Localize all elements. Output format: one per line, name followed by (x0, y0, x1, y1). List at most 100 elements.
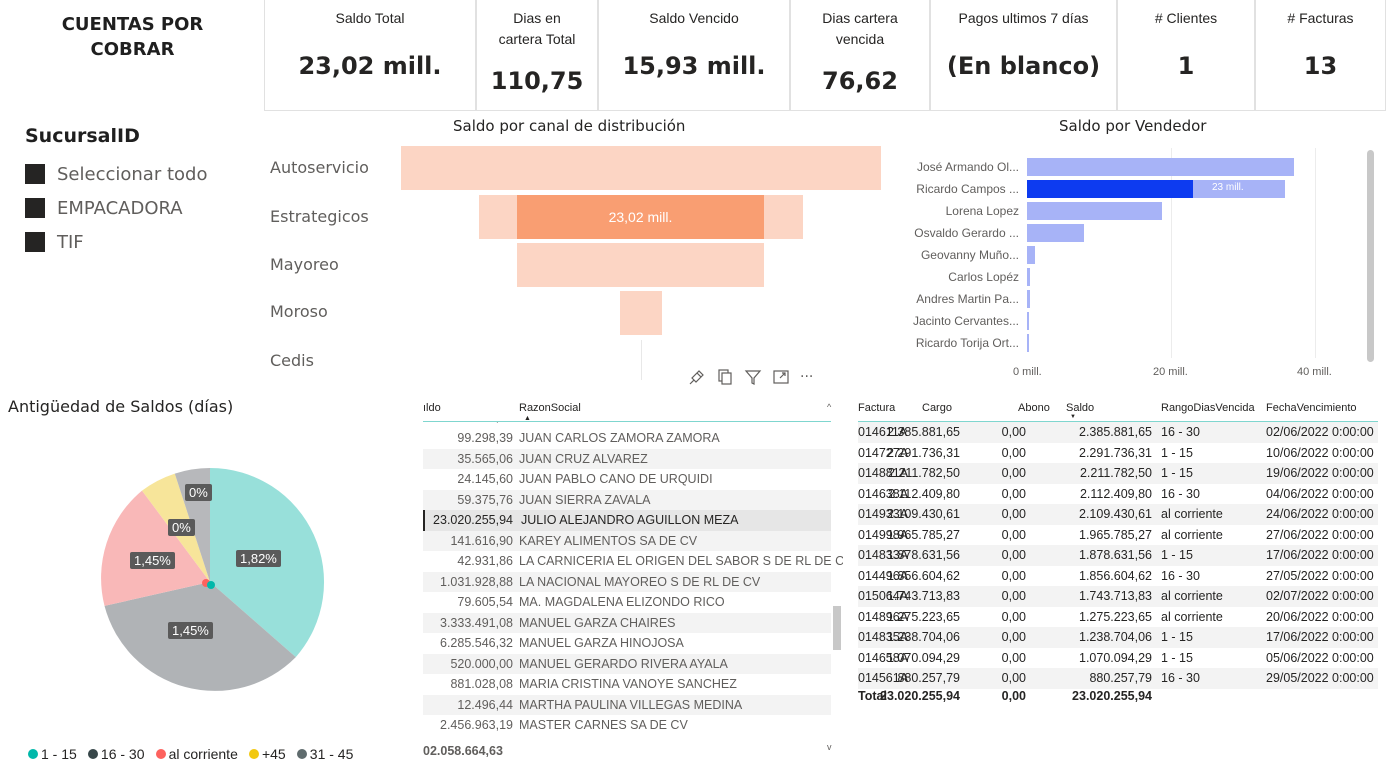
table-row[interactable]: 014998A 1.965.785,27 0,00 1.965.785,27 al co… (858, 525, 1378, 546)
slicer-item-empacadora[interactable]: EMPACADORA (25, 195, 183, 221)
kpi-value: (En blanco) (946, 52, 1101, 80)
table-row[interactable]: 35.565,06 JUAN CRUZ ALVAREZ (423, 448, 831, 469)
funnel-bar-mayoreo[interactable] (517, 243, 764, 287)
vendor-bar[interactable] (1027, 202, 1162, 220)
table-row[interactable]: 014835A 1.238.704,06 0,00 1.238.704,06 1 - 1… (858, 627, 1378, 648)
vendor-bar[interactable] (1027, 268, 1030, 286)
cell-cargo: 2.109.430,61 (887, 507, 960, 521)
cell-saldo: 880.257,79 (1089, 671, 1152, 685)
clients-total: 02.058.664,63 (423, 744, 503, 758)
table-row[interactable]: 014658A 1.070.094,29 0,00 1.070.094,29 1 - 1… (858, 648, 1378, 669)
table-row[interactable]: 014496A 1.856.604,62 0,00 1.856.604,62 16 - … (858, 566, 1378, 587)
kpi-card-dias-cartera[interactable]: Dias en cartera Total 110,75 (476, 0, 598, 111)
cell-razonsocial: LA CARNICERIA EL ORIGEN DEL SABOR S DE R… (519, 554, 843, 568)
vendor-axis-tick: 40 mill. (1297, 366, 1332, 378)
kpi-card-saldo-total[interactable]: Saldo Total 23,02 mill. (264, 0, 476, 111)
vendor-bar[interactable] (1027, 246, 1035, 264)
table-row[interactable]: 014833A 1.878.631,56 0,00 1.878.631,56 1 - 1… (858, 545, 1378, 566)
column-header-saldo[interactable]: Saldo (1066, 402, 1094, 414)
table-row[interactable]: 3.333.491,08 MANUEL GARZA CHAIRES (423, 612, 831, 633)
filter-icon[interactable] (744, 368, 762, 386)
kpi-card-facturas[interactable]: # Facturas 13 (1255, 0, 1386, 111)
column-header-cargo[interactable]: Cargo (922, 402, 952, 414)
table-row[interactable]: 014561A 880.257,79 0,00 880.257,79 16 - 30 29… (858, 668, 1378, 689)
table-row[interactable]: 881.028,08 MARIA CRISTINA VANOYE SANCHEZ (423, 674, 831, 695)
legend-item[interactable]: 16 - 30 (87, 746, 145, 762)
funnel-bar-moroso[interactable] (620, 291, 662, 335)
cell-razonsocial: JULIO ALEJANDRO AGUILLON MEZA (521, 513, 739, 527)
legend-item[interactable]: al corriente (155, 746, 238, 762)
column-header-factura[interactable]: Factura (858, 402, 895, 414)
cell-saldo: 79.605,54 (457, 595, 513, 609)
checkbox[interactable] (25, 232, 45, 252)
scroll-up-icon[interactable]: ^ (827, 402, 831, 412)
legend-item[interactable]: +45 (248, 746, 286, 762)
funnel-bar-autoservicio[interactable] (401, 146, 881, 190)
cell-saldo: 35.565,06 (457, 451, 513, 466)
checkbox[interactable] (25, 164, 45, 184)
pie-chart-title: Antigüedad de Saldos (días) (8, 397, 234, 416)
table-row[interactable]: 014611A 2.385.881,65 0,00 2.385.881,65 16 - … (858, 422, 1378, 443)
table-row[interactable]: 014933A 2.109.430,61 0,00 2.109.430,61 al co… (858, 504, 1378, 525)
table-row[interactable]: 014881A 2.211.782,50 0,00 2.211.782,50 1 - 1… (858, 463, 1378, 484)
table-row[interactable]: 141.616,90 KAREY ALIMENTOS SA DE CV (423, 530, 831, 551)
cell-abono: 0,00 (1001, 609, 1026, 624)
funnel-category: Estrategicos (270, 207, 369, 226)
vendor-bar[interactable] (1027, 334, 1029, 352)
table-row[interactable]: 014638A 2.112.409,80 0,00 2.112.409,80 16 - … (858, 484, 1378, 505)
table-row[interactable]: 014896A 1.275.223,65 0,00 1.275.223,65 al co… (858, 607, 1378, 628)
table-row[interactable]: 99.298,39 JUAN CARLOS ZAMORA ZAMORA (423, 428, 831, 449)
kpi-card-dias-vencida[interactable]: Dias cartera vencida 76,62 (790, 0, 930, 111)
table-row[interactable]: 42.931,86 LA CARNICERIA EL ORIGEN DEL SAB… (423, 551, 843, 572)
legend-item[interactable]: 1 - 15 (28, 746, 77, 762)
vendor-bar[interactable] (1027, 224, 1084, 242)
column-header-razonsocial[interactable]: RazonSocial (519, 402, 581, 414)
column-header-fecha[interactable]: FechaVencimiento (1266, 402, 1357, 414)
kpi-card-clientes[interactable]: # Clientes 1 (1117, 0, 1255, 111)
cell-fecha: 10/06/2022 0:00:00 (1266, 445, 1374, 460)
column-header-saldo[interactable]: ıldo (423, 402, 441, 414)
table-row[interactable]: 6.285.546,32 MANUEL GARZA HINOJOSA (423, 633, 831, 654)
vendor-bar[interactable] (1027, 290, 1030, 308)
vendor-bar-highlight[interactable] (1027, 180, 1193, 198)
table-row[interactable]: 014727A 2.291.736,31 0,00 2.291.736,31 1 - 1… (858, 443, 1378, 464)
slicer-item-select-all[interactable]: Seleccionar todo (25, 161, 207, 187)
kpi-card-saldo-vencido[interactable]: Saldo Vencido 15,93 mill. (598, 0, 790, 111)
cell-razonsocial: JUAN PABLO CANO DE URQUIDI (519, 472, 713, 486)
cell-saldo: 1.031.928,88 (440, 574, 513, 589)
vendor-scrollbar[interactable] (1367, 150, 1374, 362)
checkbox[interactable] (25, 198, 45, 218)
more-options-icon[interactable]: ··· (800, 369, 813, 385)
table-row[interactable]: 23.020.255,94 JULIO ALEJANDRO AGUILLON ME… (423, 510, 831, 531)
table-row[interactable]: 79.605,54 MA. MAGDALENA ELIZONDO RICO (423, 592, 831, 613)
table-row[interactable]: 59.375,76 JUAN SIERRA ZAVALA (423, 489, 831, 510)
table-row[interactable]: 1.031.928,88 LA NACIONAL MAYOREO S DE RL … (423, 571, 831, 592)
funnel-bar-estrategicos[interactable]: 23,02 mill. (517, 195, 764, 239)
column-header-rango[interactable]: RangoDiasVencida (1161, 402, 1255, 414)
slicer-item-tif[interactable]: TIF (25, 229, 84, 255)
vendor-data-label: 23 mill. (1212, 182, 1244, 193)
table-row[interactable]: 015064A 1.743.713,83 0,00 1.743.713,83 al co… (858, 586, 1378, 607)
funnel-category: Cedis (270, 351, 314, 370)
cell-rango: al corriente (1161, 527, 1223, 542)
vendor-bar[interactable] (1027, 312, 1029, 330)
column-header-abono[interactable]: Abono (1018, 402, 1050, 414)
vendor-bar[interactable] (1027, 158, 1294, 176)
table-scrollbar[interactable] (833, 606, 841, 650)
focus-mode-icon[interactable] (772, 368, 790, 386)
legend-item[interactable]: 31 - 45 (296, 746, 353, 762)
table-row[interactable]: 12.496,44 MARTHA PAULINA VILLEGAS MEDINA (423, 694, 831, 715)
scroll-down-icon[interactable]: v (827, 742, 832, 752)
cell-saldo: 1.070.094,29 (1079, 650, 1152, 665)
table-row[interactable]: 2.456.963,19 MASTER CARNES SA DE CV (423, 715, 831, 736)
pin-icon[interactable] (688, 368, 706, 386)
table-row[interactable]: 520.000,00 MANUEL GERARDO RIVERA AYALA (423, 653, 831, 674)
slicer-item-label: TIF (57, 231, 84, 253)
copy-icon[interactable] (716, 368, 734, 386)
kpi-card-pagos[interactable]: Pagos ultimos 7 días (En blanco) (930, 0, 1117, 111)
cell-abono: 0,00 (1001, 527, 1026, 542)
table-row[interactable]: 24.145,60 JUAN PABLO CANO DE URQUIDI (423, 469, 831, 490)
cell-rango: 1 - 15 (1161, 650, 1193, 665)
funnel-bar-cedis[interactable] (641, 340, 642, 380)
cell-saldo: 12.496,44 (457, 697, 513, 712)
